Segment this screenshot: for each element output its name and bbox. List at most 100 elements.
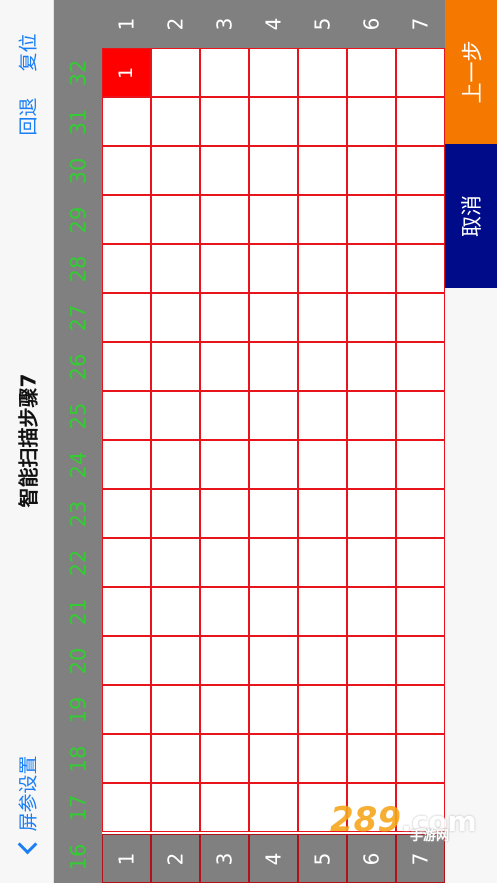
grid-cell-r31-c1[interactable] (102, 97, 151, 146)
grid-cell-r20-c7[interactable] (396, 636, 445, 685)
grid-cell-r27-c7[interactable] (396, 293, 445, 342)
grid-cell-r19-c5[interactable] (298, 685, 347, 734)
bottom-cell-3[interactable]: 3 (200, 834, 249, 883)
grid-cell-r26-c3[interactable] (200, 342, 249, 391)
grid-cell-r24-c4[interactable] (249, 440, 298, 489)
grid-cell-r26-c2[interactable] (151, 342, 200, 391)
grid-cell-r24-c1[interactable] (102, 440, 151, 489)
grid-cell-r18-c7[interactable] (396, 734, 445, 783)
grid-cell-r30-c1[interactable] (102, 146, 151, 195)
grid-cell-r29-c1[interactable] (102, 195, 151, 244)
grid-cell-r23-c2[interactable] (151, 489, 200, 538)
grid-cell-r19-c1[interactable] (102, 685, 151, 734)
grid-cell-r24-c5[interactable] (298, 440, 347, 489)
grid-cell-r28-c1[interactable] (102, 244, 151, 293)
grid-cell-r30-c4[interactable] (249, 146, 298, 195)
grid-cell-r29-c6[interactable] (347, 195, 396, 244)
grid-cell-r21-c7[interactable] (396, 587, 445, 636)
grid-cell-r21-c1[interactable] (102, 587, 151, 636)
grid-cell-r22-c4[interactable] (249, 538, 298, 587)
grid-cell-r18-c6[interactable] (347, 734, 396, 783)
grid-cell-r32-c5[interactable] (298, 48, 347, 97)
grid-cell-r24-c6[interactable] (347, 440, 396, 489)
grid-cell-r25-c5[interactable] (298, 391, 347, 440)
grid-cell-r20-c2[interactable] (151, 636, 200, 685)
grid-cell-r21-c5[interactable] (298, 587, 347, 636)
grid-cell-r30-c7[interactable] (396, 146, 445, 195)
grid-cell-r31-c5[interactable] (298, 97, 347, 146)
reset-button[interactable]: 复位 (0, 22, 54, 82)
grid-cell-r18-c3[interactable] (200, 734, 249, 783)
grid-cell-r27-c4[interactable] (249, 293, 298, 342)
grid-cell-r23-c7[interactable] (396, 489, 445, 538)
grid-cell-r25-c3[interactable] (200, 391, 249, 440)
grid-cell-r19-c4[interactable] (249, 685, 298, 734)
previous-step-button[interactable]: 上一步 (445, 0, 497, 144)
grid-cell-r23-c3[interactable] (200, 489, 249, 538)
grid-cell-r17-c1[interactable] (102, 783, 151, 832)
grid-cell-r30-c3[interactable] (200, 146, 249, 195)
grid-cell-r27-c6[interactable] (347, 293, 396, 342)
grid-cell-r26-c7[interactable] (396, 342, 445, 391)
grid-cell-r28-c4[interactable] (249, 244, 298, 293)
grid-cell-r19-c2[interactable] (151, 685, 200, 734)
grid-cell-r23-c5[interactable] (298, 489, 347, 538)
grid-cell-r21-c2[interactable] (151, 587, 200, 636)
grid-cell-r29-c4[interactable] (249, 195, 298, 244)
grid-cell-r28-c6[interactable] (347, 244, 396, 293)
grid-cell-r25-c1[interactable] (102, 391, 151, 440)
grid-cell-r18-c1[interactable] (102, 734, 151, 783)
grid-cell-r29-c5[interactable] (298, 195, 347, 244)
grid-cell-r27-c2[interactable] (151, 293, 200, 342)
grid-cell-r31-c2[interactable] (151, 97, 200, 146)
grid-cell-r24-c2[interactable] (151, 440, 200, 489)
grid-cell-r20-c4[interactable] (249, 636, 298, 685)
grid-cell-r30-c6[interactable] (347, 146, 396, 195)
grid-cell-r32-c3[interactable] (200, 48, 249, 97)
bottom-cell-4[interactable]: 4 (249, 834, 298, 883)
grid-cell-r25-c2[interactable] (151, 391, 200, 440)
grid-cell-r18-c2[interactable] (151, 734, 200, 783)
grid-cell-r17-c3[interactable] (200, 783, 249, 832)
grid-cell-r25-c7[interactable] (396, 391, 445, 440)
grid-cell-r25-c6[interactable] (347, 391, 396, 440)
grid-cell-r21-c6[interactable] (347, 587, 396, 636)
grid-cell-r30-c2[interactable] (151, 146, 200, 195)
grid-cell-r29-c7[interactable] (396, 195, 445, 244)
grid-cell-r32-c4[interactable] (249, 48, 298, 97)
grid-cell-r22-c3[interactable] (200, 538, 249, 587)
grid-cell-r19-c3[interactable] (200, 685, 249, 734)
grid-cell-r32-c7[interactable] (396, 48, 445, 97)
bottom-cell-2[interactable]: 2 (151, 834, 200, 883)
grid-cell-r25-c4[interactable] (249, 391, 298, 440)
cancel-button[interactable]: 取消 (445, 144, 497, 288)
grid-cell-r26-c5[interactable] (298, 342, 347, 391)
grid-cell-r22-c7[interactable] (396, 538, 445, 587)
grid-cell-r27-c1[interactable] (102, 293, 151, 342)
grid-cell-r22-c1[interactable] (102, 538, 151, 587)
grid-cell-r28-c7[interactable] (396, 244, 445, 293)
grid-cell-r28-c3[interactable] (200, 244, 249, 293)
grid-cell-r27-c3[interactable] (200, 293, 249, 342)
grid-cell-r18-c4[interactable] (249, 734, 298, 783)
grid-cell-r31-c7[interactable] (396, 97, 445, 146)
grid-cell-r20-c5[interactable] (298, 636, 347, 685)
grid-cell-r28-c5[interactable] (298, 244, 347, 293)
grid-cell-r24-c7[interactable] (396, 440, 445, 489)
grid-cell-r23-c4[interactable] (249, 489, 298, 538)
grid-cell-r19-c7[interactable] (396, 685, 445, 734)
grid-cell-r26-c6[interactable] (347, 342, 396, 391)
grid-cell-r21-c3[interactable] (200, 587, 249, 636)
grid-cell-r32-c2[interactable] (151, 48, 200, 97)
grid-cell-r26-c1[interactable] (102, 342, 151, 391)
undo-button[interactable]: 回退 (0, 86, 54, 146)
grid-cell-r31-c4[interactable] (249, 97, 298, 146)
grid-cell-r27-c5[interactable] (298, 293, 347, 342)
grid-cell-r24-c3[interactable] (200, 440, 249, 489)
grid-cell-r19-c6[interactable] (347, 685, 396, 734)
grid-cell-r20-c3[interactable] (200, 636, 249, 685)
grid-cell-r29-c3[interactable] (200, 195, 249, 244)
back-button[interactable]: 屏参设置 (0, 740, 54, 870)
grid-cell-r22-c6[interactable] (347, 538, 396, 587)
grid-cell-r22-c5[interactable] (298, 538, 347, 587)
